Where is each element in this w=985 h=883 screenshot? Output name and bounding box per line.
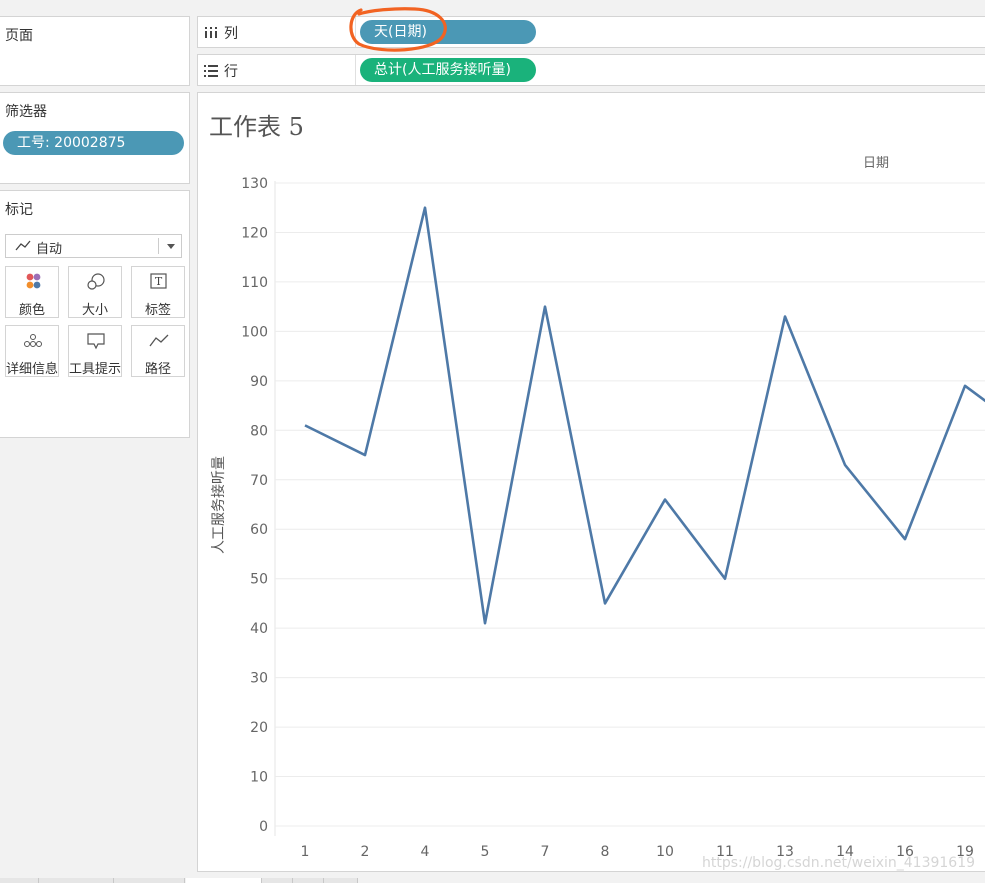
color-dots-icon: [26, 273, 41, 289]
path-line-icon: [149, 334, 169, 347]
annotation-circle: [349, 7, 447, 52]
color-button-label: 颜色: [18, 303, 45, 318]
detail-button[interactable]: 详细信息: [5, 325, 59, 377]
sheet-title: 工作表 5: [209, 113, 304, 141]
watermark: https://blog.csdn.net/weixin_41391619: [702, 855, 976, 871]
size-button-label: 大小: [81, 303, 108, 318]
columns-icon: [205, 27, 217, 38]
size-circles-icon: [87, 273, 105, 290]
mark-type-label: 自动: [36, 242, 63, 257]
tooltip-button-label: 工具提示: [69, 362, 122, 377]
path-button-label: 路径: [144, 362, 171, 377]
mark-type-dropdown[interactable]: 自动: [5, 234, 182, 258]
columns-label: 列: [224, 26, 238, 42]
svg-text:T: T: [155, 275, 163, 288]
line-mark-icon: [15, 240, 31, 251]
rows-label: 行: [224, 64, 238, 80]
chevron-down-icon: [167, 244, 175, 249]
label-button-label: 标签: [144, 303, 171, 318]
label-button[interactable]: T 标签: [131, 266, 185, 318]
columns-shelf: 列 天(日期): [197, 16, 985, 48]
marks-panel: 标记 自动 颜色 大小 T 标签 详细信息 工具提示 路径: [0, 190, 190, 438]
rows-icon: [204, 65, 218, 77]
filter-pill[interactable]: 工号: 20002875: [3, 131, 184, 155]
detail-dots-icon: [24, 334, 42, 347]
pages-title: 页面: [5, 28, 33, 44]
path-button[interactable]: 路径: [131, 325, 185, 377]
tooltip-icon: [87, 333, 105, 350]
rows-pill[interactable]: 总计(人工服务接听量): [360, 58, 536, 82]
filters-panel: 筛选器 工号: 20002875: [0, 92, 190, 184]
size-button[interactable]: 大小: [68, 266, 122, 318]
tooltip-button[interactable]: 工具提示: [68, 325, 122, 377]
pages-panel: 页面: [0, 16, 190, 86]
marks-title: 标记: [5, 202, 33, 218]
rows-shelf: 行 总计(人工服务接听量): [197, 54, 985, 86]
detail-button-label: 详细信息: [6, 362, 59, 377]
color-button[interactable]: 颜色: [5, 266, 59, 318]
text-label-icon: T: [150, 273, 167, 289]
sheet-view: 工作表 5: [197, 92, 985, 872]
filters-title: 筛选器: [5, 104, 47, 120]
